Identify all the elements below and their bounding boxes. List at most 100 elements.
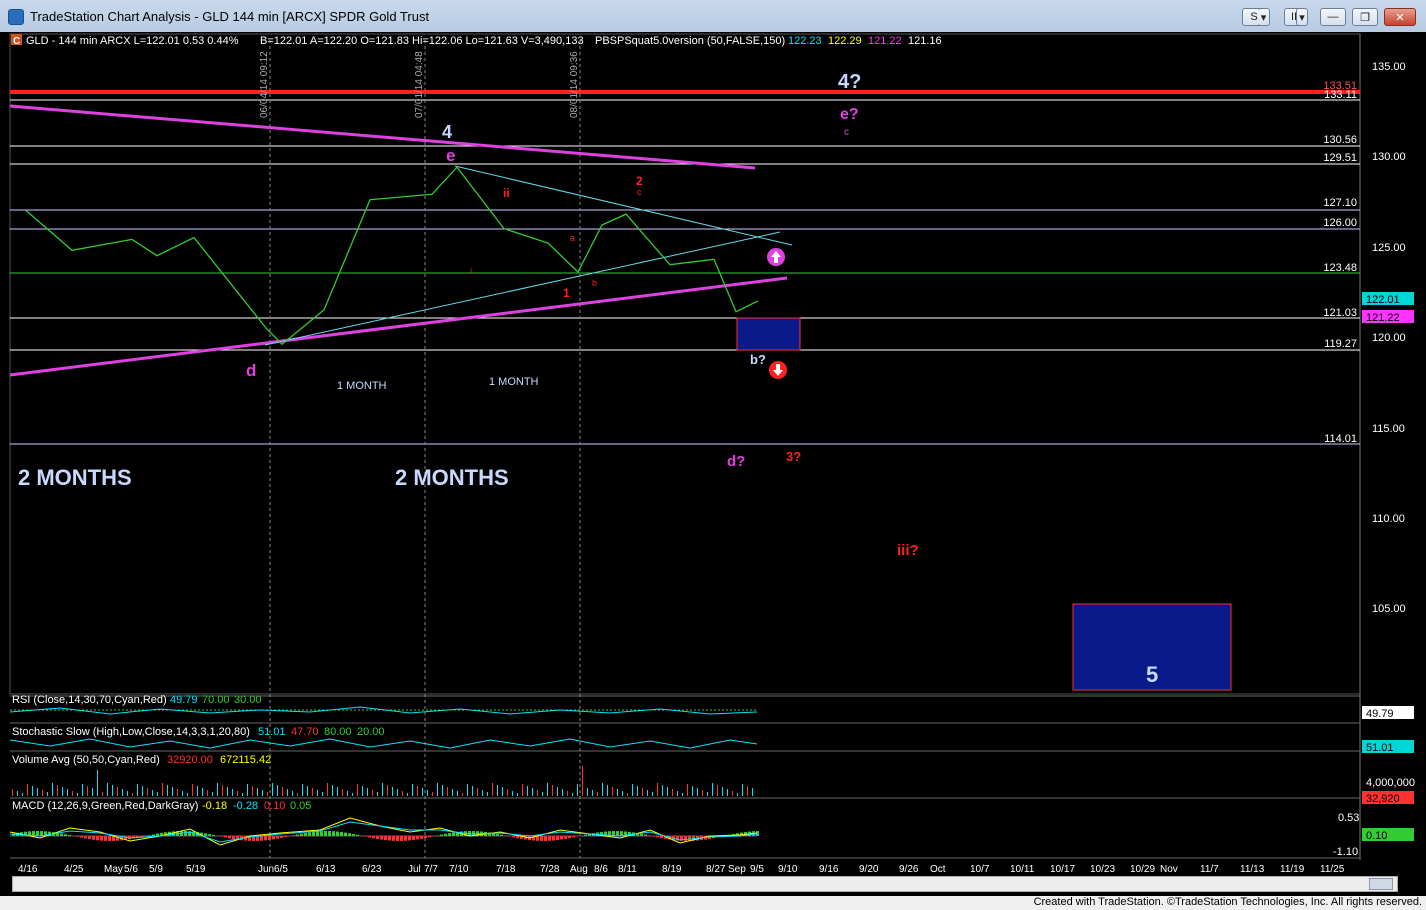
symbol-badge-text: C bbox=[13, 36, 20, 47]
volume-bar bbox=[702, 790, 703, 796]
wave-label: c bbox=[844, 127, 849, 138]
stochastic-panel[interactable]: Stochastic Slow (High,Low,Close,14,3,3,1… bbox=[9, 726, 1414, 754]
symbol-link-dropdown[interactable]: ▾ bbox=[1258, 8, 1270, 26]
time-axis-tick: 4/16 bbox=[18, 864, 38, 875]
macd-bar bbox=[320, 831, 323, 836]
volume-bar bbox=[642, 788, 643, 796]
scrollbar-thumb[interactable] bbox=[1369, 878, 1393, 890]
time-axis-tick: 8/19 bbox=[662, 864, 682, 875]
volume-bar bbox=[422, 788, 423, 796]
vertical-date-label: 07/01/14 04:48 bbox=[414, 51, 425, 118]
volume-bar bbox=[102, 792, 103, 796]
volume-bar bbox=[512, 791, 513, 796]
vertical-date-label: 06/04/14 09:12 bbox=[259, 51, 270, 118]
volume-bar bbox=[252, 786, 253, 796]
wave-label: 1 bbox=[563, 286, 570, 300]
rsi-panel[interactable]: RSI (Close,14,30,70,Cyan,Red) 49.79 70.0… bbox=[9, 694, 1414, 720]
macd-panel[interactable]: MACD (12,26,9,Green,Red,DarkGray) -0.18 … bbox=[9, 800, 1414, 858]
volume-bar bbox=[217, 783, 218, 796]
volume-bar bbox=[242, 793, 243, 796]
volume-bar bbox=[432, 792, 433, 796]
volume-bar bbox=[357, 784, 358, 796]
indicator-value: 121.22 bbox=[868, 35, 902, 47]
level-label: 119.27 bbox=[1324, 338, 1357, 350]
volume-axis-label: 4,000,000 bbox=[1366, 777, 1415, 789]
macd-bar bbox=[516, 836, 519, 839]
volume-bar bbox=[727, 789, 728, 796]
volume-bar bbox=[257, 788, 258, 796]
volume-bar bbox=[522, 784, 523, 796]
duration-label: 2 MONTHS bbox=[18, 465, 132, 490]
chart-area[interactable]: 133.51 133.11 130.56 129.51 127.10 126.0… bbox=[0, 32, 1426, 896]
wave-label: ii bbox=[503, 186, 510, 200]
time-axis-tick: 5/6 bbox=[124, 864, 138, 875]
volume-bar bbox=[352, 793, 353, 796]
time-axis-tick: 9/16 bbox=[819, 864, 839, 875]
macd-bar bbox=[344, 832, 347, 836]
volume-bar bbox=[717, 785, 718, 796]
macd-bar bbox=[584, 834, 587, 836]
wave-label: c bbox=[637, 187, 642, 197]
macd-bar bbox=[296, 834, 299, 836]
price-tick: 130.00 bbox=[1372, 151, 1406, 163]
volume-panel[interactable]: Volume Avg (50,50,Cyan,Red) 32920.00 672… bbox=[12, 754, 1415, 805]
volume-bar bbox=[712, 783, 713, 796]
macd-bar bbox=[204, 833, 207, 836]
chart-canvas[interactable]: 133.51 133.11 130.56 129.51 127.10 126.0… bbox=[0, 32, 1426, 896]
maximize-button[interactable]: ❐ bbox=[1352, 8, 1378, 26]
macd-bar bbox=[224, 836, 227, 838]
macd-bar bbox=[372, 836, 375, 839]
volume-bar bbox=[612, 787, 613, 796]
volume-bar bbox=[12, 789, 13, 796]
down-arrow-icon bbox=[769, 361, 787, 379]
stoch-value: 47.70 bbox=[291, 726, 319, 738]
macd-bar bbox=[424, 836, 427, 839]
pause-dropdown[interactable]: ▾ bbox=[1296, 8, 1308, 26]
volume-bar bbox=[382, 783, 383, 796]
macd-bar bbox=[384, 836, 387, 841]
volume-bar bbox=[92, 788, 93, 796]
macd-bar bbox=[380, 836, 383, 840]
volume-bar bbox=[697, 788, 698, 796]
lower-trendline bbox=[9, 276, 788, 377]
macd-bar bbox=[660, 836, 663, 839]
volume-bar bbox=[67, 789, 68, 796]
rsi-value: 49.79 bbox=[170, 694, 198, 706]
volume-bar bbox=[317, 790, 318, 796]
minimize-button[interactable]: — bbox=[1320, 8, 1346, 26]
volume-bar bbox=[127, 791, 128, 796]
level-label: 130.56 bbox=[1323, 134, 1357, 146]
volume-bar bbox=[457, 791, 458, 796]
volume-bar bbox=[752, 788, 753, 796]
time-axis-tick: 4/25 bbox=[64, 864, 84, 875]
macd-bar bbox=[84, 836, 87, 839]
horizontal-scrollbar[interactable] bbox=[12, 876, 1398, 892]
macd-bar bbox=[392, 836, 395, 841]
volume-bar bbox=[672, 789, 673, 796]
volume-bar bbox=[207, 790, 208, 796]
volume-bar bbox=[272, 783, 273, 796]
macd-bar bbox=[336, 831, 339, 836]
macd-bar bbox=[364, 836, 367, 837]
time-axis-tick: 5/9 bbox=[149, 864, 163, 875]
up-arrow-icon bbox=[767, 248, 785, 266]
app-icon bbox=[8, 9, 24, 25]
volume-bar bbox=[462, 793, 463, 796]
volume-bar bbox=[532, 788, 533, 796]
macd-bar bbox=[412, 836, 415, 841]
time-axis-tick: 8/27 bbox=[706, 864, 726, 875]
cyan-channel-upper bbox=[454, 165, 793, 246]
macd-bar bbox=[368, 836, 371, 838]
macd-bar bbox=[36, 831, 39, 836]
window-titlebar: TradeStation Chart Analysis - GLD 144 mi… bbox=[0, 0, 1426, 33]
macd-bar bbox=[388, 836, 391, 841]
close-button[interactable]: ✕ bbox=[1384, 8, 1416, 26]
volume-bar bbox=[337, 787, 338, 796]
level-label: 127.10 bbox=[1323, 197, 1357, 209]
volume-bar bbox=[572, 793, 573, 796]
volume-bar bbox=[132, 793, 133, 796]
volume-bar bbox=[177, 789, 178, 796]
volume-bar bbox=[452, 789, 453, 796]
volume-bar bbox=[622, 791, 623, 796]
price-tick: 105.00 bbox=[1372, 603, 1406, 615]
